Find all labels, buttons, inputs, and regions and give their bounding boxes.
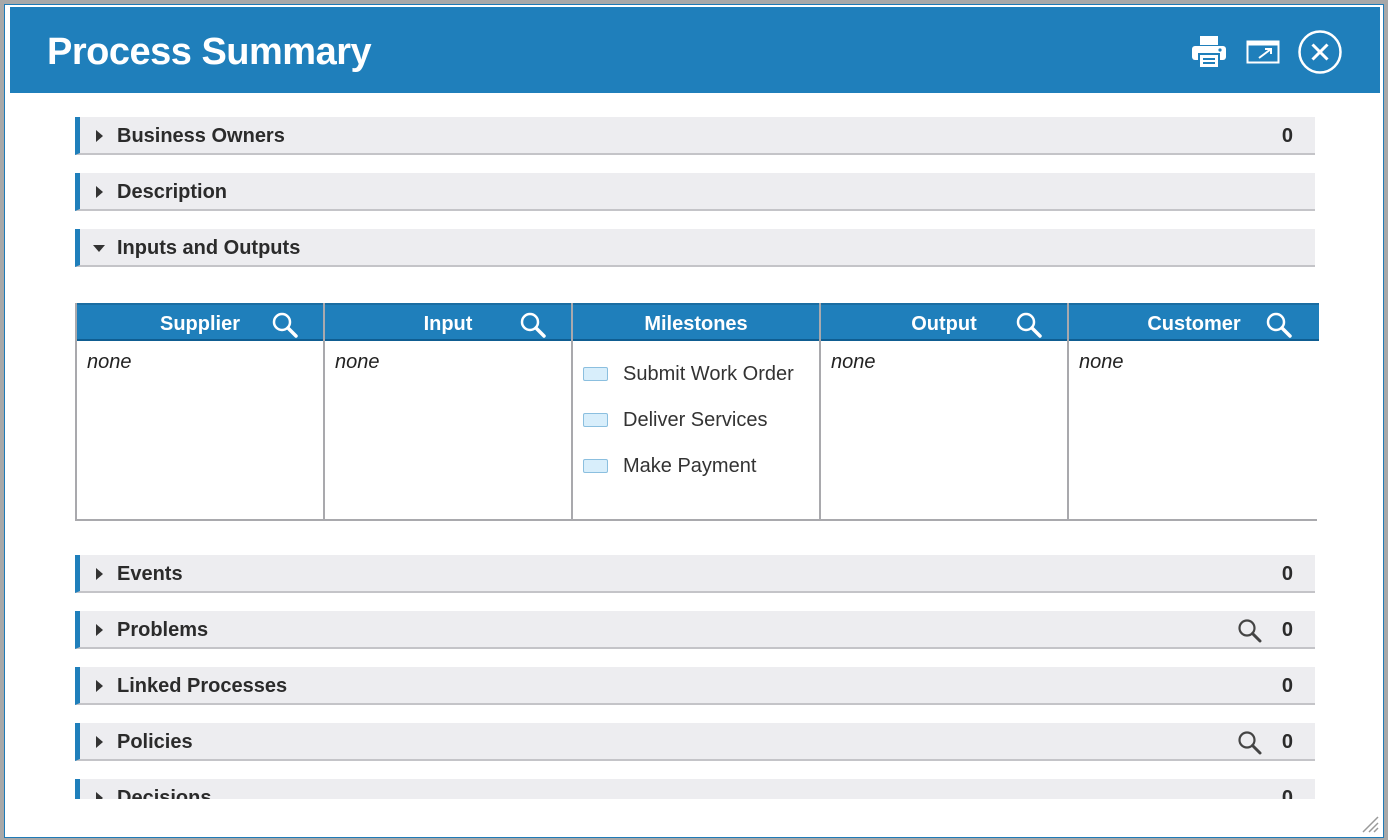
section-label: Problems bbox=[117, 619, 209, 641]
popout-icon bbox=[1246, 40, 1280, 64]
section-linked-processes[interactable]: Linked Processes 0 bbox=[75, 667, 1315, 705]
column-header-label: Customer bbox=[1147, 313, 1241, 335]
section-decisions[interactable]: Decisions 0 bbox=[75, 779, 1315, 799]
milestone-icon bbox=[583, 413, 608, 427]
milestone-label: Submit Work Order bbox=[623, 363, 794, 385]
search-icon[interactable] bbox=[1015, 311, 1043, 339]
column-input: Input none bbox=[325, 303, 573, 519]
caret-right-icon bbox=[96, 186, 103, 198]
dialog-title: Process Summary bbox=[47, 31, 372, 73]
caret-right-icon bbox=[96, 792, 103, 799]
search-icon[interactable] bbox=[1237, 618, 1263, 644]
section-count: 0 bbox=[1281, 731, 1293, 753]
search-icon[interactable] bbox=[519, 311, 547, 339]
milestone-label: Make Payment bbox=[623, 455, 757, 477]
section-label: Events bbox=[117, 563, 183, 585]
column-header-label: Input bbox=[423, 313, 473, 335]
dialog-content: Business Owners 0 Description Inputs and… bbox=[10, 93, 1380, 799]
section-policies[interactable]: Policies 0 bbox=[75, 723, 1315, 761]
caret-right-icon bbox=[96, 130, 103, 142]
section-count: 0 bbox=[1281, 675, 1293, 697]
column-value: none bbox=[1079, 351, 1124, 373]
caret-right-icon bbox=[96, 680, 103, 692]
section-label: Policies bbox=[117, 731, 193, 753]
column-header-input: Input bbox=[325, 303, 571, 341]
section-label: Decisions bbox=[117, 787, 212, 799]
caret-down-icon bbox=[93, 245, 105, 252]
print-button[interactable] bbox=[1186, 29, 1232, 75]
close-circle-icon bbox=[1298, 30, 1342, 74]
section-events[interactable]: Events 0 bbox=[75, 555, 1315, 593]
column-header-label: Output bbox=[911, 313, 977, 335]
milestone-icon bbox=[583, 367, 608, 381]
close-button[interactable] bbox=[1297, 29, 1343, 75]
search-icon[interactable] bbox=[1265, 311, 1293, 339]
dialog-titlebar: Process Summary bbox=[10, 7, 1380, 93]
section-count: 0 bbox=[1281, 563, 1293, 585]
section-label: Description bbox=[117, 181, 228, 203]
column-header-customer: Customer bbox=[1069, 303, 1319, 341]
milestone-icon bbox=[583, 459, 608, 473]
column-customer: Customer none bbox=[1069, 303, 1319, 519]
column-value: none bbox=[335, 351, 380, 373]
popout-button[interactable] bbox=[1240, 29, 1286, 75]
section-description[interactable]: Description bbox=[75, 173, 1315, 211]
column-header-output: Output bbox=[821, 303, 1067, 341]
caret-right-icon bbox=[96, 624, 103, 636]
column-output: Output none bbox=[821, 303, 1069, 519]
section-label: Business Owners bbox=[117, 125, 285, 147]
column-header-supplier: Supplier bbox=[77, 303, 323, 341]
column-value: none bbox=[831, 351, 876, 373]
column-supplier: Supplier none bbox=[77, 303, 325, 519]
process-summary-dialog: Process Summary Business Owners 0 Descri… bbox=[4, 4, 1384, 838]
search-icon[interactable] bbox=[271, 311, 299, 339]
print-icon bbox=[1192, 36, 1226, 69]
inputs-outputs-table: Supplier none Input none Milestones Subm… bbox=[75, 303, 1319, 521]
section-label: Inputs and Outputs bbox=[117, 237, 301, 259]
section-count: 0 bbox=[1281, 125, 1293, 147]
column-header-label: Milestones bbox=[644, 313, 748, 335]
section-business-owners[interactable]: Business Owners 0 bbox=[75, 117, 1315, 155]
caret-right-icon bbox=[96, 736, 103, 748]
section-label: Linked Processes bbox=[117, 675, 288, 697]
search-icon[interactable] bbox=[1237, 730, 1263, 756]
column-milestones: Milestones Submit Work Order Deliver Ser… bbox=[573, 303, 821, 519]
section-count: 0 bbox=[1281, 787, 1293, 799]
milestone-label: Deliver Services bbox=[623, 409, 768, 431]
column-header-milestones: Milestones bbox=[573, 303, 819, 341]
column-value: none bbox=[87, 351, 132, 373]
resize-handle-icon[interactable] bbox=[1359, 813, 1379, 833]
caret-right-icon bbox=[96, 568, 103, 580]
section-count: 0 bbox=[1281, 619, 1293, 641]
section-problems[interactable]: Problems 0 bbox=[75, 611, 1315, 649]
section-inputs-and-outputs[interactable]: Inputs and Outputs bbox=[75, 229, 1315, 267]
column-header-label: Supplier bbox=[159, 313, 240, 335]
